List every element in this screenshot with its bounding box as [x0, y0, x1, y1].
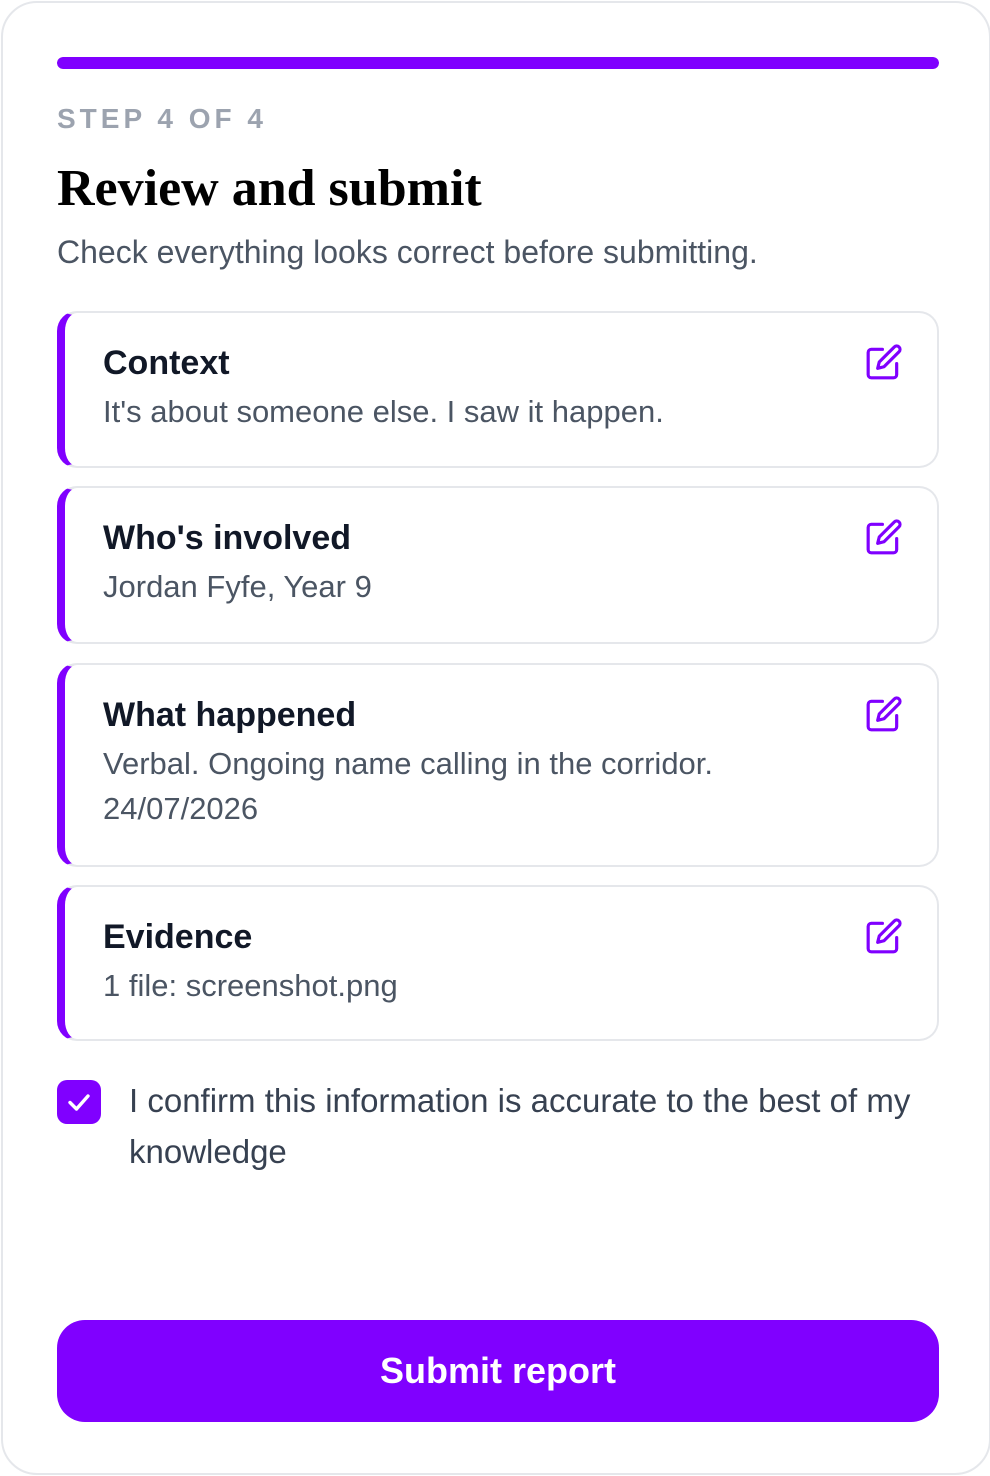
review-card-value: It's about someone else. I saw it happen… — [103, 394, 664, 429]
form-panel: STEP 4 OF 4 Review and submit Check ever… — [1, 1, 990, 1475]
edit-what-happened-button[interactable] — [865, 695, 903, 733]
review-card-title: What happened — [103, 696, 357, 734]
pencil-square-icon — [866, 519, 902, 555]
review-card-title: Evidence — [103, 918, 253, 956]
confirm-row: I confirm this information is accurate t… — [57, 1075, 939, 1185]
progress-bar-fill — [57, 57, 939, 69]
review-card-evidence[interactable]: Evidence 1 file: screenshot.png — [57, 885, 939, 1041]
step-indicator: STEP 4 OF 4 — [57, 103, 267, 134]
submit-report-button[interactable]: Submit report — [57, 1320, 939, 1422]
review-card-involved[interactable]: Who's involved Jordan Fyfe, Year 9 — [57, 486, 939, 644]
review-card-value: Verbal. Ongoing name calling in the corr… — [103, 746, 714, 781]
edit-evidence-button[interactable] — [865, 917, 903, 955]
review-card-title: Context — [103, 344, 230, 382]
review-card-context[interactable]: Context It's about someone else. I saw i… — [57, 311, 939, 468]
pencil-square-icon — [866, 918, 902, 954]
confirm-label[interactable]: I confirm this information is accurate t… — [129, 1075, 929, 1177]
edit-involved-button[interactable] — [865, 518, 903, 556]
page-title: Review and submit — [57, 160, 482, 217]
review-card-date: 24/07/2026 — [103, 791, 259, 826]
page-subtitle: Check everything looks correct before su… — [57, 234, 758, 270]
progress-bar — [57, 57, 939, 69]
review-card-title: Who's involved — [103, 519, 351, 557]
checkmark-icon — [68, 1094, 90, 1111]
pencil-square-icon — [866, 344, 902, 380]
edit-context-button[interactable] — [865, 343, 903, 381]
review-card-value: Jordan Fyfe, Year 9 — [103, 569, 372, 604]
review-card-value: 1 file: screenshot.png — [103, 968, 398, 1003]
pencil-square-icon — [866, 696, 902, 732]
confirm-checkbox[interactable] — [57, 1080, 101, 1124]
review-card-what-happened[interactable]: What happened Verbal. Ongoing name calli… — [57, 663, 939, 867]
